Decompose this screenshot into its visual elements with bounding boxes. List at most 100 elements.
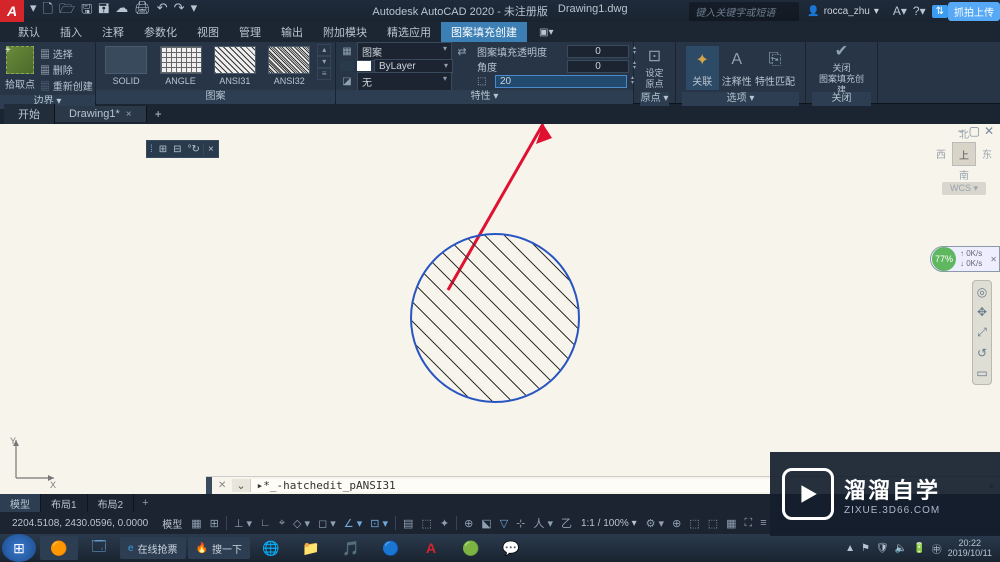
view-cube[interactable]: 北 南 西 东 上 WCS ▾ xyxy=(940,130,988,195)
pick-points-icon[interactable] xyxy=(6,46,34,74)
chrome-icon[interactable]: 🔵 xyxy=(372,536,410,560)
remove-button[interactable]: ▦ 删除 xyxy=(40,62,93,77)
start-button[interactable]: ⊞ xyxy=(2,534,36,562)
panel-label-properties[interactable]: 特性 ▾ xyxy=(336,90,633,104)
model-space-button[interactable]: 模型 xyxy=(158,516,186,531)
app-logo-icon[interactable]: A xyxy=(0,0,24,22)
panel-label-pattern[interactable]: 图案 xyxy=(96,90,335,104)
tray-flag-icon[interactable]: ⚑ xyxy=(861,543,870,554)
gizmo-toggle[interactable]: ⊹ xyxy=(513,515,528,532)
navigation-bar[interactable]: ◎ ✥ ⤢ ↺ ▭ xyxy=(972,280,992,385)
selection-cycling-toggle[interactable]: ⬚ xyxy=(418,515,434,532)
orbit-icon[interactable]: ↺ xyxy=(977,346,987,360)
redo-icon[interactable]: ↷ xyxy=(174,0,185,22)
wechat-icon[interactable]: 💬 xyxy=(492,536,530,560)
cloud-icon[interactable]: ☁ xyxy=(115,0,128,22)
lineweight-toggle[interactable]: ⊡ ▾ xyxy=(367,515,391,532)
annoscale-toggle[interactable]: 乙 xyxy=(558,513,575,533)
set-origin-button[interactable]: ⊡ 设定原点 xyxy=(644,46,666,90)
widget-close-icon[interactable]: ✕ xyxy=(990,255,997,264)
tab-focus-icon[interactable]: ▣▾ xyxy=(529,25,563,40)
transparency-toggle[interactable]: ▤ xyxy=(400,515,416,532)
full-nav-wheel-icon[interactable]: ◎ xyxy=(977,285,987,299)
folder-icon[interactable]: 📁 xyxy=(292,536,330,560)
tab-addins[interactable]: 附加模块 xyxy=(313,22,377,42)
undo-icon[interactable]: ↶ xyxy=(157,0,168,22)
clock[interactable]: 20:222019/10/11 xyxy=(948,538,992,558)
wcs-dropdown[interactable]: WCS ▾ xyxy=(942,182,986,195)
isolate-toggle[interactable]: ▦ xyxy=(723,515,739,532)
tab-output[interactable]: 输出 xyxy=(271,22,313,42)
menu-icon[interactable]: ▾ xyxy=(30,0,37,22)
annotative-button[interactable]: Α注释性 xyxy=(721,46,754,90)
clean-screen-toggle[interactable]: ⛶ xyxy=(742,515,756,532)
tab-featured[interactable]: 精选应用 xyxy=(377,22,441,42)
show-motion-icon[interactable]: ▭ xyxy=(976,366,987,380)
grid-toggle[interactable]: ▦ xyxy=(188,515,204,532)
add-layout-button[interactable]: + xyxy=(134,497,156,509)
saveas-icon[interactable]: 🖬 xyxy=(98,0,109,22)
match-properties-button[interactable]: ⎘特性匹配 xyxy=(755,46,795,90)
annotation-scale[interactable]: 1:1 / 100% ▾ xyxy=(577,518,641,529)
hatched-circle[interactable] xyxy=(410,233,580,403)
tab-start[interactable]: 开始 xyxy=(4,104,55,124)
ucs-icon[interactable]: Y X xyxy=(10,438,56,489)
tray-up-icon[interactable]: ▲ xyxy=(845,543,855,554)
ctx-close-icon[interactable]: × xyxy=(203,144,218,155)
quick-properties-toggle[interactable]: ⬕ xyxy=(478,515,494,532)
a360-icon[interactable]: A▾ xyxy=(893,4,907,18)
tray-battery-icon[interactable]: 🔋 xyxy=(913,543,925,554)
ctx-icon[interactable]: °↻ xyxy=(185,144,203,155)
qqmusic-icon[interactable]: 🎵 xyxy=(332,536,370,560)
angle-input[interactable]: 0 xyxy=(567,60,629,73)
panel-label-origin[interactable]: 原点 ▾ xyxy=(640,92,669,106)
3dosnap-toggle[interactable]: ✦ xyxy=(437,515,452,532)
tab-insert[interactable]: 插入 xyxy=(50,22,92,42)
chrome2-icon[interactable]: 🟢 xyxy=(452,536,490,560)
annotation-monitor-toggle[interactable]: ⊕ xyxy=(669,515,684,532)
help-icon[interactable]: ?▾ xyxy=(913,4,926,18)
save-icon[interactable]: 🖫 xyxy=(81,0,92,22)
tab-manage[interactable]: 管理 xyxy=(229,22,271,42)
upload-button[interactable]: 抓拍上传 xyxy=(948,2,1000,21)
annotation-toggle[interactable]: 人 ▾ xyxy=(530,513,556,533)
pattern-ansi32-button[interactable]: ANSI32 xyxy=(263,44,315,88)
polar-toggle[interactable]: ⌖ xyxy=(276,515,288,532)
swap-icon[interactable]: ⇄ xyxy=(455,45,469,58)
explorer-icon[interactable]: 🗔 xyxy=(80,536,118,560)
ortho-toggle[interactable]: ∟ xyxy=(257,515,274,531)
filter-toggle[interactable]: ▽ xyxy=(497,515,511,532)
zoom-extents-icon[interactable]: ⤢ xyxy=(977,325,987,340)
pick-points-button[interactable]: 拾取点 xyxy=(5,76,35,91)
tab-parametric[interactable]: 参数化 xyxy=(134,22,187,42)
infer-constraints-toggle[interactable]: ⊥ ▾ xyxy=(231,515,255,532)
ctx-icon[interactable]: ⊞ xyxy=(156,144,170,155)
system-tray[interactable]: ▲ ⚑ 🛡 🔈 🔋 ㊥ 20:222019/10/11 xyxy=(845,538,998,558)
context-toolbar[interactable]: ⁞ ⊞ ⊟ °↻ × xyxy=(146,140,219,158)
transparency-input[interactable]: 0 xyxy=(567,45,629,58)
plot-icon[interactable]: 🖨 xyxy=(134,0,151,22)
hardware-accel-toggle[interactable]: ⬚ xyxy=(705,515,721,532)
open-icon[interactable]: 🗁 xyxy=(59,0,75,22)
layout-model[interactable]: 模型 xyxy=(0,494,41,513)
tab-hatch-creation[interactable]: 图案填充创建 xyxy=(441,22,527,42)
tab-annotate[interactable]: 注释 xyxy=(92,22,134,42)
otrack-toggle[interactable]: ∠ ▾ xyxy=(341,515,365,532)
pan-icon[interactable]: ✥ xyxy=(977,305,987,319)
close-tab-icon[interactable]: × xyxy=(126,109,132,120)
autocad-icon[interactable]: A xyxy=(412,536,450,560)
network-speed-widget[interactable]: 77% ↑ 0K/s↓ 0K/s ✕ xyxy=(930,246,1000,272)
scale-input[interactable]: 20 xyxy=(495,75,627,88)
tab-view[interactable]: 视图 xyxy=(187,22,229,42)
drawing-canvas[interactable]: −▢✕ ⁞ ⊞ ⊟ °↻ × Y X 北 南 西 东 上 WCS ▾ 77% xyxy=(0,124,1000,501)
ie-icon[interactable]: 🌐 xyxy=(252,536,290,560)
isodraft-toggle[interactable]: ◇ ▾ xyxy=(290,515,313,532)
tray-network-icon[interactable]: 🔈 xyxy=(895,543,907,554)
tray-shield-icon[interactable]: 🛡 xyxy=(876,543,889,554)
pattern-ansi31-button[interactable]: ANSI31 xyxy=(209,44,261,88)
tray-ime-icon[interactable]: ㊥ xyxy=(932,541,942,556)
pattern-scrollbar[interactable]: ▴▾≡ xyxy=(317,44,331,80)
task-ticketing[interactable]: e在线抢票 xyxy=(120,537,186,559)
pattern-angle-button[interactable]: ANGLE xyxy=(154,44,206,88)
ctx-icon[interactable]: ⁞ xyxy=(147,144,156,155)
